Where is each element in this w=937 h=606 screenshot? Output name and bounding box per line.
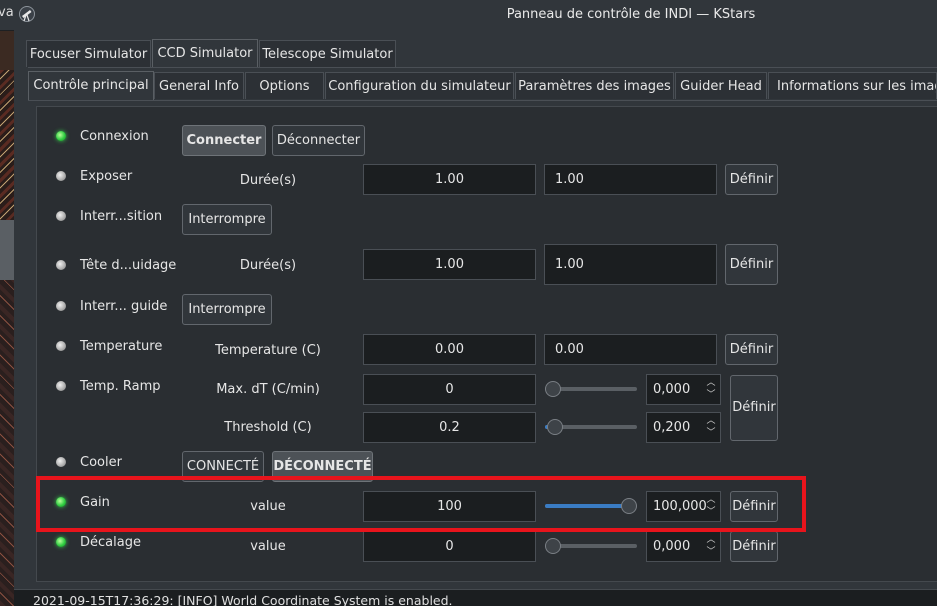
- window-title: Panneau de contrôle de INDI — KStars: [506, 7, 756, 22]
- spinbox-arrows-icon[interactable]: ︿ ﹀: [705, 415, 717, 440]
- property-label-cooler: Cooler: [80, 455, 122, 470]
- property-label-offset: Décalage: [80, 535, 141, 550]
- max-dt-slider-handle[interactable]: [545, 381, 561, 397]
- offset-set-button[interactable]: Définir: [730, 531, 778, 562]
- property-label-exposer: Exposer: [80, 169, 133, 184]
- tab-informations-images[interactable]: Informations sur les images: [768, 72, 937, 99]
- spinbox-arrows-icon[interactable]: ︿ ﹀: [705, 534, 717, 559]
- property-label-temp-ramp: Temp. Ramp: [80, 379, 161, 394]
- spinbox-arrows-icon[interactable]: ︿ ﹀: [705, 377, 717, 402]
- status-log: 2021-09-15T17:36:29: [INFO] World Coordi…: [14, 589, 937, 606]
- tab-configuration-simulateur[interactable]: Configuration du simulateur: [325, 72, 514, 99]
- property-label-abort-guide: Interr... guide: [80, 299, 168, 314]
- offset-slider[interactable]: [545, 538, 637, 554]
- temp-ramp-set-button[interactable]: Définir: [730, 375, 778, 441]
- threshold-slider[interactable]: [545, 419, 637, 435]
- property-label-abort-exposure: Interr...sition: [80, 209, 163, 224]
- tab-telescope-simulator[interactable]: Telescope Simulator: [259, 40, 396, 67]
- sky-image-fragment-lower: [0, 280, 14, 606]
- offset-status-light: [56, 537, 66, 547]
- threshold-spinbox[interactable]: 0,200 ︿ ﹀: [646, 412, 721, 443]
- abort-exposure-button[interactable]: Interrompre: [182, 204, 272, 235]
- temperature-current-value: 0.00: [363, 334, 536, 365]
- device-tabs-divider: [28, 67, 937, 68]
- max-dt-element-label: Max. dT (C/min): [216, 382, 320, 397]
- tab-guider-head[interactable]: Guider Head: [675, 72, 767, 99]
- sky-image-fragment: [0, 70, 14, 220]
- offset-element-label: value: [250, 539, 286, 554]
- threshold-current-value: 0.2: [363, 412, 536, 443]
- guide-head-status-light: [56, 260, 66, 270]
- connexion-status-light: [56, 131, 66, 141]
- exposer-element-label: Durée(s): [239, 173, 297, 188]
- exposer-status-light: [56, 171, 66, 181]
- threshold-slider-handle[interactable]: [546, 419, 563, 435]
- property-label-temperature: Temperature: [80, 339, 163, 354]
- threshold-element-label: Threshold (C): [224, 420, 312, 435]
- tab-parametres-images[interactable]: Paramètres des images: [515, 72, 674, 99]
- gain-highlight-annotation: [36, 476, 806, 532]
- guide-head-element-label: Durée(s): [239, 258, 297, 273]
- group-tabs-divider: [28, 100, 937, 101]
- cooler-status-light: [56, 457, 66, 467]
- max-dt-current-value: 0: [363, 374, 536, 405]
- temp-ramp-status-light: [56, 381, 66, 391]
- guide-head-current-value: 1.00: [363, 249, 536, 280]
- tab-focuser-simulator[interactable]: Focuser Simulator: [26, 40, 151, 67]
- offset-slider-handle[interactable]: [545, 538, 561, 554]
- tab-general-info[interactable]: General Info: [154, 72, 244, 99]
- abort-guide-status-light: [56, 301, 66, 311]
- temperature-status-light: [56, 341, 66, 351]
- abort-guide-button[interactable]: Interrompre: [182, 294, 272, 325]
- temperature-set-button[interactable]: Définir: [725, 334, 778, 365]
- temperature-element-label: Temperature (C): [215, 343, 321, 358]
- property-label-guide-head: Tête d...uidage: [80, 258, 177, 273]
- offset-current-value: 0: [363, 531, 536, 562]
- offset-spinbox[interactable]: 0,000 ︿ ﹀: [646, 531, 721, 562]
- window-titlebar[interactable]: va Panneau de contrôle de INDI — KStars: [0, 0, 937, 31]
- exposer-current-value: 1.00: [363, 164, 536, 195]
- threshold-spinbox-value: 0,200: [653, 420, 691, 435]
- offset-spinbox-value: 0,000: [653, 539, 691, 554]
- temperature-input[interactable]: 0.00: [544, 334, 717, 365]
- background-app-sliver: [0, 30, 14, 606]
- property-label-connexion: Connexion: [80, 129, 149, 144]
- abort-exposure-status-light: [56, 211, 66, 221]
- disconnect-button[interactable]: Déconnecter: [272, 125, 365, 156]
- max-dt-slider[interactable]: [545, 381, 637, 397]
- max-dt-spinbox[interactable]: 0,000 ︿ ﹀: [646, 374, 721, 405]
- connect-button[interactable]: Connecter: [182, 125, 266, 156]
- guide-head-input[interactable]: 1.00: [544, 244, 717, 285]
- tab-options[interactable]: Options: [245, 72, 324, 99]
- exposer-input[interactable]: 1.00: [544, 164, 717, 195]
- guide-head-set-button[interactable]: Définir: [725, 244, 778, 285]
- max-dt-spinbox-value: 0,000: [653, 382, 691, 397]
- exposer-set-button[interactable]: Définir: [725, 164, 778, 195]
- tab-ccd-simulator[interactable]: CCD Simulator: [152, 39, 258, 68]
- tab-controle-principal[interactable]: Contrôle principal: [28, 71, 154, 100]
- background-panel-fragment: [0, 220, 14, 280]
